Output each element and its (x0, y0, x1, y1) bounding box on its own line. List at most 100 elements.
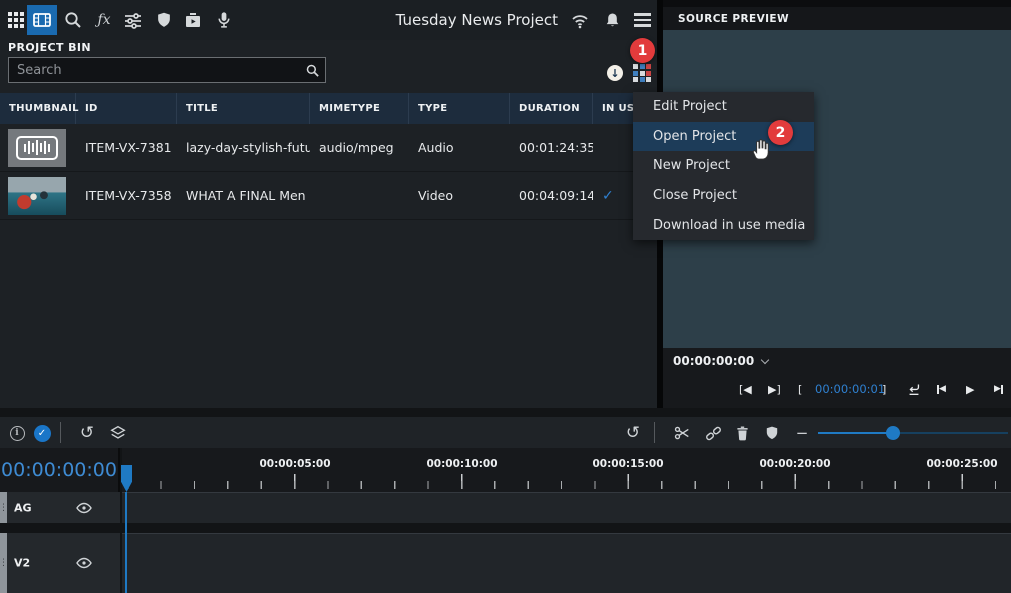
preview-timecode-dropdown[interactable]: 00:00:00:00 (663, 348, 1011, 374)
track-ag-lane[interactable] (122, 492, 1011, 523)
undo-icon[interactable]: ↺ (76, 422, 98, 444)
project-actions-grid-button[interactable] (633, 64, 651, 82)
timeline-zoom-slider[interactable] (818, 417, 1008, 448)
col-thumbnail[interactable]: THUMBNAIL (0, 93, 76, 124)
cut-scissors-icon[interactable] (671, 422, 693, 444)
toolbar-divider (654, 422, 655, 443)
track-drag-grip[interactable]: ⋮ (0, 492, 7, 523)
track-name: V2 (14, 557, 30, 570)
col-mimetype[interactable]: MIMETYPE (310, 93, 409, 124)
wifi-icon[interactable] (568, 8, 592, 32)
download-button[interactable]: ↓ (607, 65, 623, 81)
preview-timecode: 00:00:00:00 (673, 354, 754, 368)
ruler-label: 00:00:10:00 (426, 458, 497, 470)
col-duration[interactable]: DURATION (510, 93, 593, 124)
track-ag-header: ⋮ AG (0, 492, 120, 523)
app-window: ƒx (0, 0, 1011, 593)
title-cell: lazy-day-stylish-futur... (177, 140, 310, 155)
microphone-icon[interactable] (212, 8, 236, 32)
track-visibility-eye-icon[interactable] (76, 557, 92, 569)
clip-duration-timecode: 00:00:00:01 (815, 380, 885, 398)
insert-to-timeline-icon[interactable] (906, 380, 922, 398)
delete-trash-icon[interactable] (731, 422, 753, 444)
step-2-badge: 2 (768, 120, 793, 145)
effects-fx-icon[interactable]: ƒx (92, 8, 116, 32)
shield-marker-icon[interactable] (152, 8, 176, 32)
select-check-toggle[interactable]: ✓ (31, 422, 53, 444)
info-icon[interactable]: i (6, 422, 28, 444)
in-bracket-label: [ (798, 380, 802, 398)
skip-to-start-button[interactable]: ◀ (937, 380, 946, 398)
notifications-bell-icon[interactable] (600, 8, 624, 32)
thumbnail-cell (0, 129, 76, 167)
search-icon[interactable] (299, 63, 325, 78)
thumbnail-cell (0, 177, 76, 215)
track-v2-lane[interactable] (122, 533, 1011, 593)
history-icon[interactable]: ↺ (622, 422, 644, 444)
toolbar-divider (60, 422, 61, 443)
title-cell: WHAT A FINAL Men ... (177, 188, 310, 203)
bin-table-header: THUMBNAIL ID TITLE MIMETYPE TYPE DURATIO… (0, 93, 657, 124)
track-v2-header: ⋮ V2 (0, 533, 120, 593)
audio-waveform-thumbnail (8, 129, 66, 167)
menu-item-edit-project[interactable]: Edit Project (633, 92, 814, 122)
track-v2: ⋮ V2 (0, 533, 1011, 593)
chevron-down-icon (761, 355, 769, 363)
project-bin-tab-icon[interactable] (27, 5, 57, 35)
source-preview-title: SOURCE PREVIEW (663, 7, 1011, 30)
track-name: AG (14, 501, 32, 514)
project-bin-panel: ƒx (0, 0, 657, 408)
type-cell: Video (409, 188, 510, 203)
col-id[interactable]: ID (76, 93, 177, 124)
ruler-minor-ticks (122, 481, 1011, 489)
ruler-label: 00:00:20:00 (759, 458, 830, 470)
step-1-badge: 1 (630, 38, 655, 63)
bin-row-audio[interactable]: ITEM-VX-7381 lazy-day-stylish-futur... a… (0, 124, 657, 172)
type-cell: Audio (409, 140, 510, 155)
mark-in-button[interactable]: [◀ (739, 380, 752, 398)
play-button[interactable]: ▶ (966, 380, 974, 398)
project-bin-label: PROJECT BIN (8, 41, 91, 54)
settings-sliders-icon[interactable] (121, 8, 145, 32)
fx-glyph: ƒx (97, 12, 110, 28)
menu-item-close-project[interactable]: Close Project (633, 181, 814, 211)
search-input[interactable] (9, 63, 299, 78)
col-title[interactable]: TITLE (177, 93, 310, 124)
col-type[interactable]: TYPE (409, 93, 510, 124)
zoom-out-minus-button[interactable]: − (791, 422, 813, 444)
marker-shield-icon[interactable] (761, 422, 783, 444)
playhead-line (125, 492, 127, 593)
ruler-label: 00:00:25:00 (926, 458, 997, 470)
apps-grid-icon[interactable] (4, 8, 28, 32)
track-ag: ⋮ AG (0, 492, 1011, 523)
download-arrow-icon: ↓ (610, 68, 619, 79)
mimetype-cell: audio/mpeg (310, 140, 409, 155)
unlink-icon[interactable] (702, 422, 724, 444)
slider-knob[interactable] (886, 426, 900, 440)
grid-glyph (8, 12, 24, 28)
menu-item-download-in-use-media[interactable]: Download in use media (633, 210, 814, 240)
project-title: Tuesday News Project (380, 0, 558, 40)
ruler-label: 00:00:05:00 (259, 458, 330, 470)
transport-controls: [◀ ▶] [ 00:00:00:01 ] ◀ ▶ ▶ (663, 374, 1011, 408)
timeline-toolbar: i ✓ ↺ ↺ (0, 417, 1011, 448)
hamburger-menu-icon[interactable] (630, 8, 654, 32)
main-toolbar: ƒx (0, 0, 657, 40)
slider-fill (818, 432, 892, 435)
mark-out-button[interactable]: ▶] (768, 380, 781, 398)
track-visibility-eye-icon[interactable] (76, 502, 92, 514)
bin-row-video[interactable]: ITEM-VX-7358 WHAT A FINAL Men ... Video … (0, 172, 657, 220)
project-context-menu: Edit Project Open Project New Project Cl… (633, 92, 814, 240)
duration-cell: 00:04:09:14 (510, 188, 593, 203)
search-tool-icon[interactable] (61, 8, 85, 32)
timeline-section: i ✓ ↺ ↺ (0, 408, 1011, 593)
layers-icon[interactable] (107, 422, 129, 444)
track-drag-grip[interactable]: ⋮ (0, 533, 7, 593)
skip-to-end-button[interactable]: ▶ (994, 380, 1003, 398)
timeline-ruler[interactable]: 00:00:05:00 00:00:10:00 00:00:15:00 00:0… (122, 448, 1011, 492)
duration-cell: 00:01:24:35 (510, 140, 593, 155)
bin-search (8, 57, 326, 83)
out-bracket-label: ] (882, 380, 886, 398)
media-box-icon[interactable] (181, 8, 205, 32)
menu-item-new-project[interactable]: New Project (633, 151, 814, 181)
